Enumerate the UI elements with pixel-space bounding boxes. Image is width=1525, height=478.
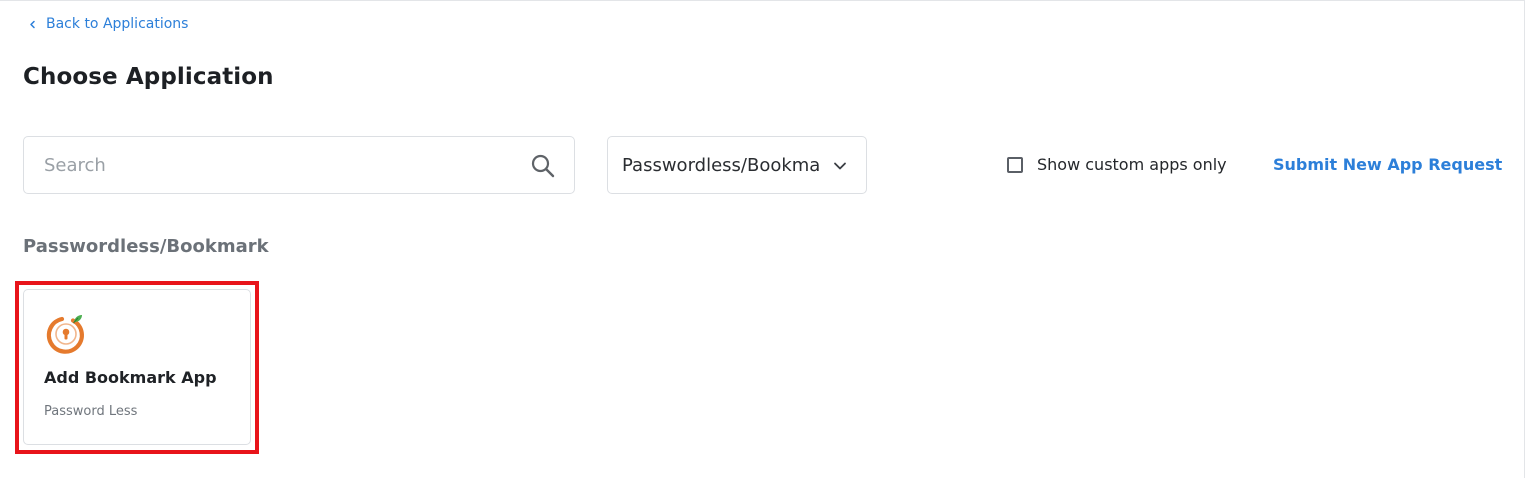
category-select-value: Passwordless/Bookmark [622, 155, 822, 176]
section-heading: Passwordless/Bookmark [23, 236, 269, 257]
custom-apps-checkbox[interactable] [1007, 156, 1023, 173]
chevron-left-icon [30, 20, 35, 28]
custom-apps-label: Show custom apps only [1037, 155, 1227, 174]
app-card-add-bookmark[interactable]: Add Bookmark App Password Less [23, 289, 251, 445]
top-divider [0, 0, 1525, 1]
custom-apps-toggle[interactable]: Show custom apps only [1007, 155, 1227, 174]
page-title: Choose Application [23, 64, 274, 90]
chevron-down-icon [834, 162, 846, 170]
search-box [23, 136, 575, 194]
bookmark-app-logo-icon [46, 315, 84, 354]
back-link-label: Back to Applications [46, 16, 189, 32]
submit-new-app-request-link[interactable]: Submit New App Request [1273, 155, 1502, 174]
back-to-applications-link[interactable]: Back to Applications [28, 16, 188, 32]
search-icon[interactable] [530, 153, 556, 179]
app-type: Password Less [44, 404, 138, 419]
app-name: Add Bookmark App [44, 368, 217, 387]
category-select[interactable]: Passwordless/Bookmark [607, 136, 867, 194]
search-input[interactable] [44, 151, 514, 179]
